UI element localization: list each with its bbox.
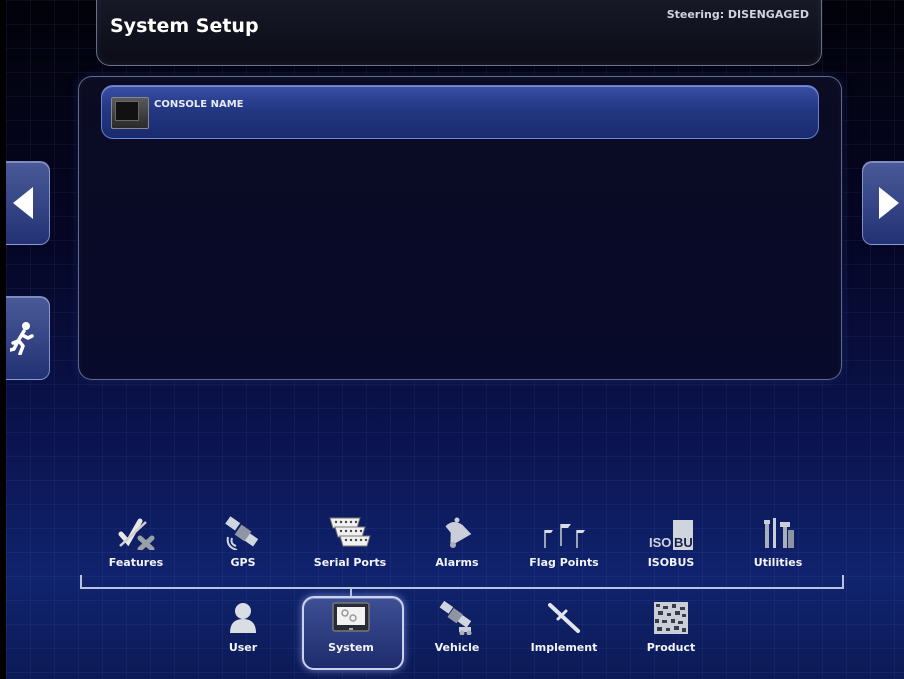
menu-utilities[interactable]: Utilities — [732, 516, 824, 569]
satellite-icon — [225, 516, 259, 550]
steering-status: Steering: DISENGAGED — [666, 8, 809, 21]
implement-icon — [548, 603, 580, 633]
flags-icon — [544, 524, 585, 548]
menu-alarms-label: Alarms — [435, 556, 479, 569]
menu-user-label: User — [228, 641, 258, 654]
exit-button[interactable] — [6, 296, 50, 380]
menu-isobus[interactable]: ISO BUS ISOBUS — [625, 516, 717, 569]
page-title: System Setup — [110, 15, 259, 37]
bell-icon — [445, 517, 472, 548]
console-icon — [332, 602, 370, 632]
menu-vehicle[interactable]: Vehicle — [411, 601, 503, 654]
next-button[interactable] — [862, 161, 904, 245]
user-icon — [230, 603, 256, 633]
menu-features[interactable]: Features — [90, 516, 182, 569]
header-panel: Steering: DISENGAGED System Setup — [96, 0, 822, 66]
menu-system-label: System — [328, 641, 374, 654]
menu-serial-ports[interactable]: Serial Ports — [304, 516, 396, 569]
menu-gps[interactable]: GPS — [197, 516, 289, 569]
menu-system[interactable]: System — [305, 601, 397, 654]
product-icon — [654, 602, 688, 634]
running-man-exit-icon — [10, 322, 34, 355]
menu-isobus-label: ISOBUS — [647, 556, 695, 569]
svg-text:BUS: BUS — [674, 535, 696, 550]
menu-product[interactable]: Product — [625, 601, 717, 654]
settings-panel: CONSOLE NAME — [78, 76, 842, 380]
menu-flag-points-label: Flag Points — [529, 556, 599, 569]
console-name-label: CONSOLE NAME — [154, 99, 244, 110]
tools-icon — [764, 518, 794, 548]
isobus-icon: ISO BUS — [649, 520, 696, 550]
arrow-left-icon — [13, 187, 33, 219]
menu-implement[interactable]: Implement — [518, 601, 610, 654]
vehicle-satellite-icon — [439, 601, 472, 635]
menu-utilities-label: Utilities — [753, 556, 803, 569]
menu-gps-label: GPS — [230, 556, 256, 569]
menu-product-label: Product — [646, 641, 696, 654]
menu-flag-points[interactable]: Flag Points — [518, 516, 610, 569]
serial-ports-icon — [329, 517, 371, 547]
menu-vehicle-label: Vehicle — [434, 641, 480, 654]
screen: Steering: DISENGAGED System Setup CONSOL… — [6, 0, 904, 679]
menu-implement-label: Implement — [530, 641, 598, 654]
svg-text:ISO: ISO — [649, 535, 671, 550]
menu-alarms[interactable]: Alarms — [411, 516, 503, 569]
menu-user[interactable]: User — [197, 601, 289, 654]
console-name-item[interactable]: CONSOLE NAME — [101, 85, 819, 139]
previous-button[interactable] — [6, 161, 50, 245]
features-icon — [118, 518, 155, 550]
arrow-right-icon — [879, 187, 899, 219]
menu-group-bracket — [80, 575, 844, 589]
console-icon — [111, 97, 149, 129]
menu-features-label: Features — [108, 556, 164, 569]
menu-serial-ports-label: Serial Ports — [313, 556, 387, 569]
